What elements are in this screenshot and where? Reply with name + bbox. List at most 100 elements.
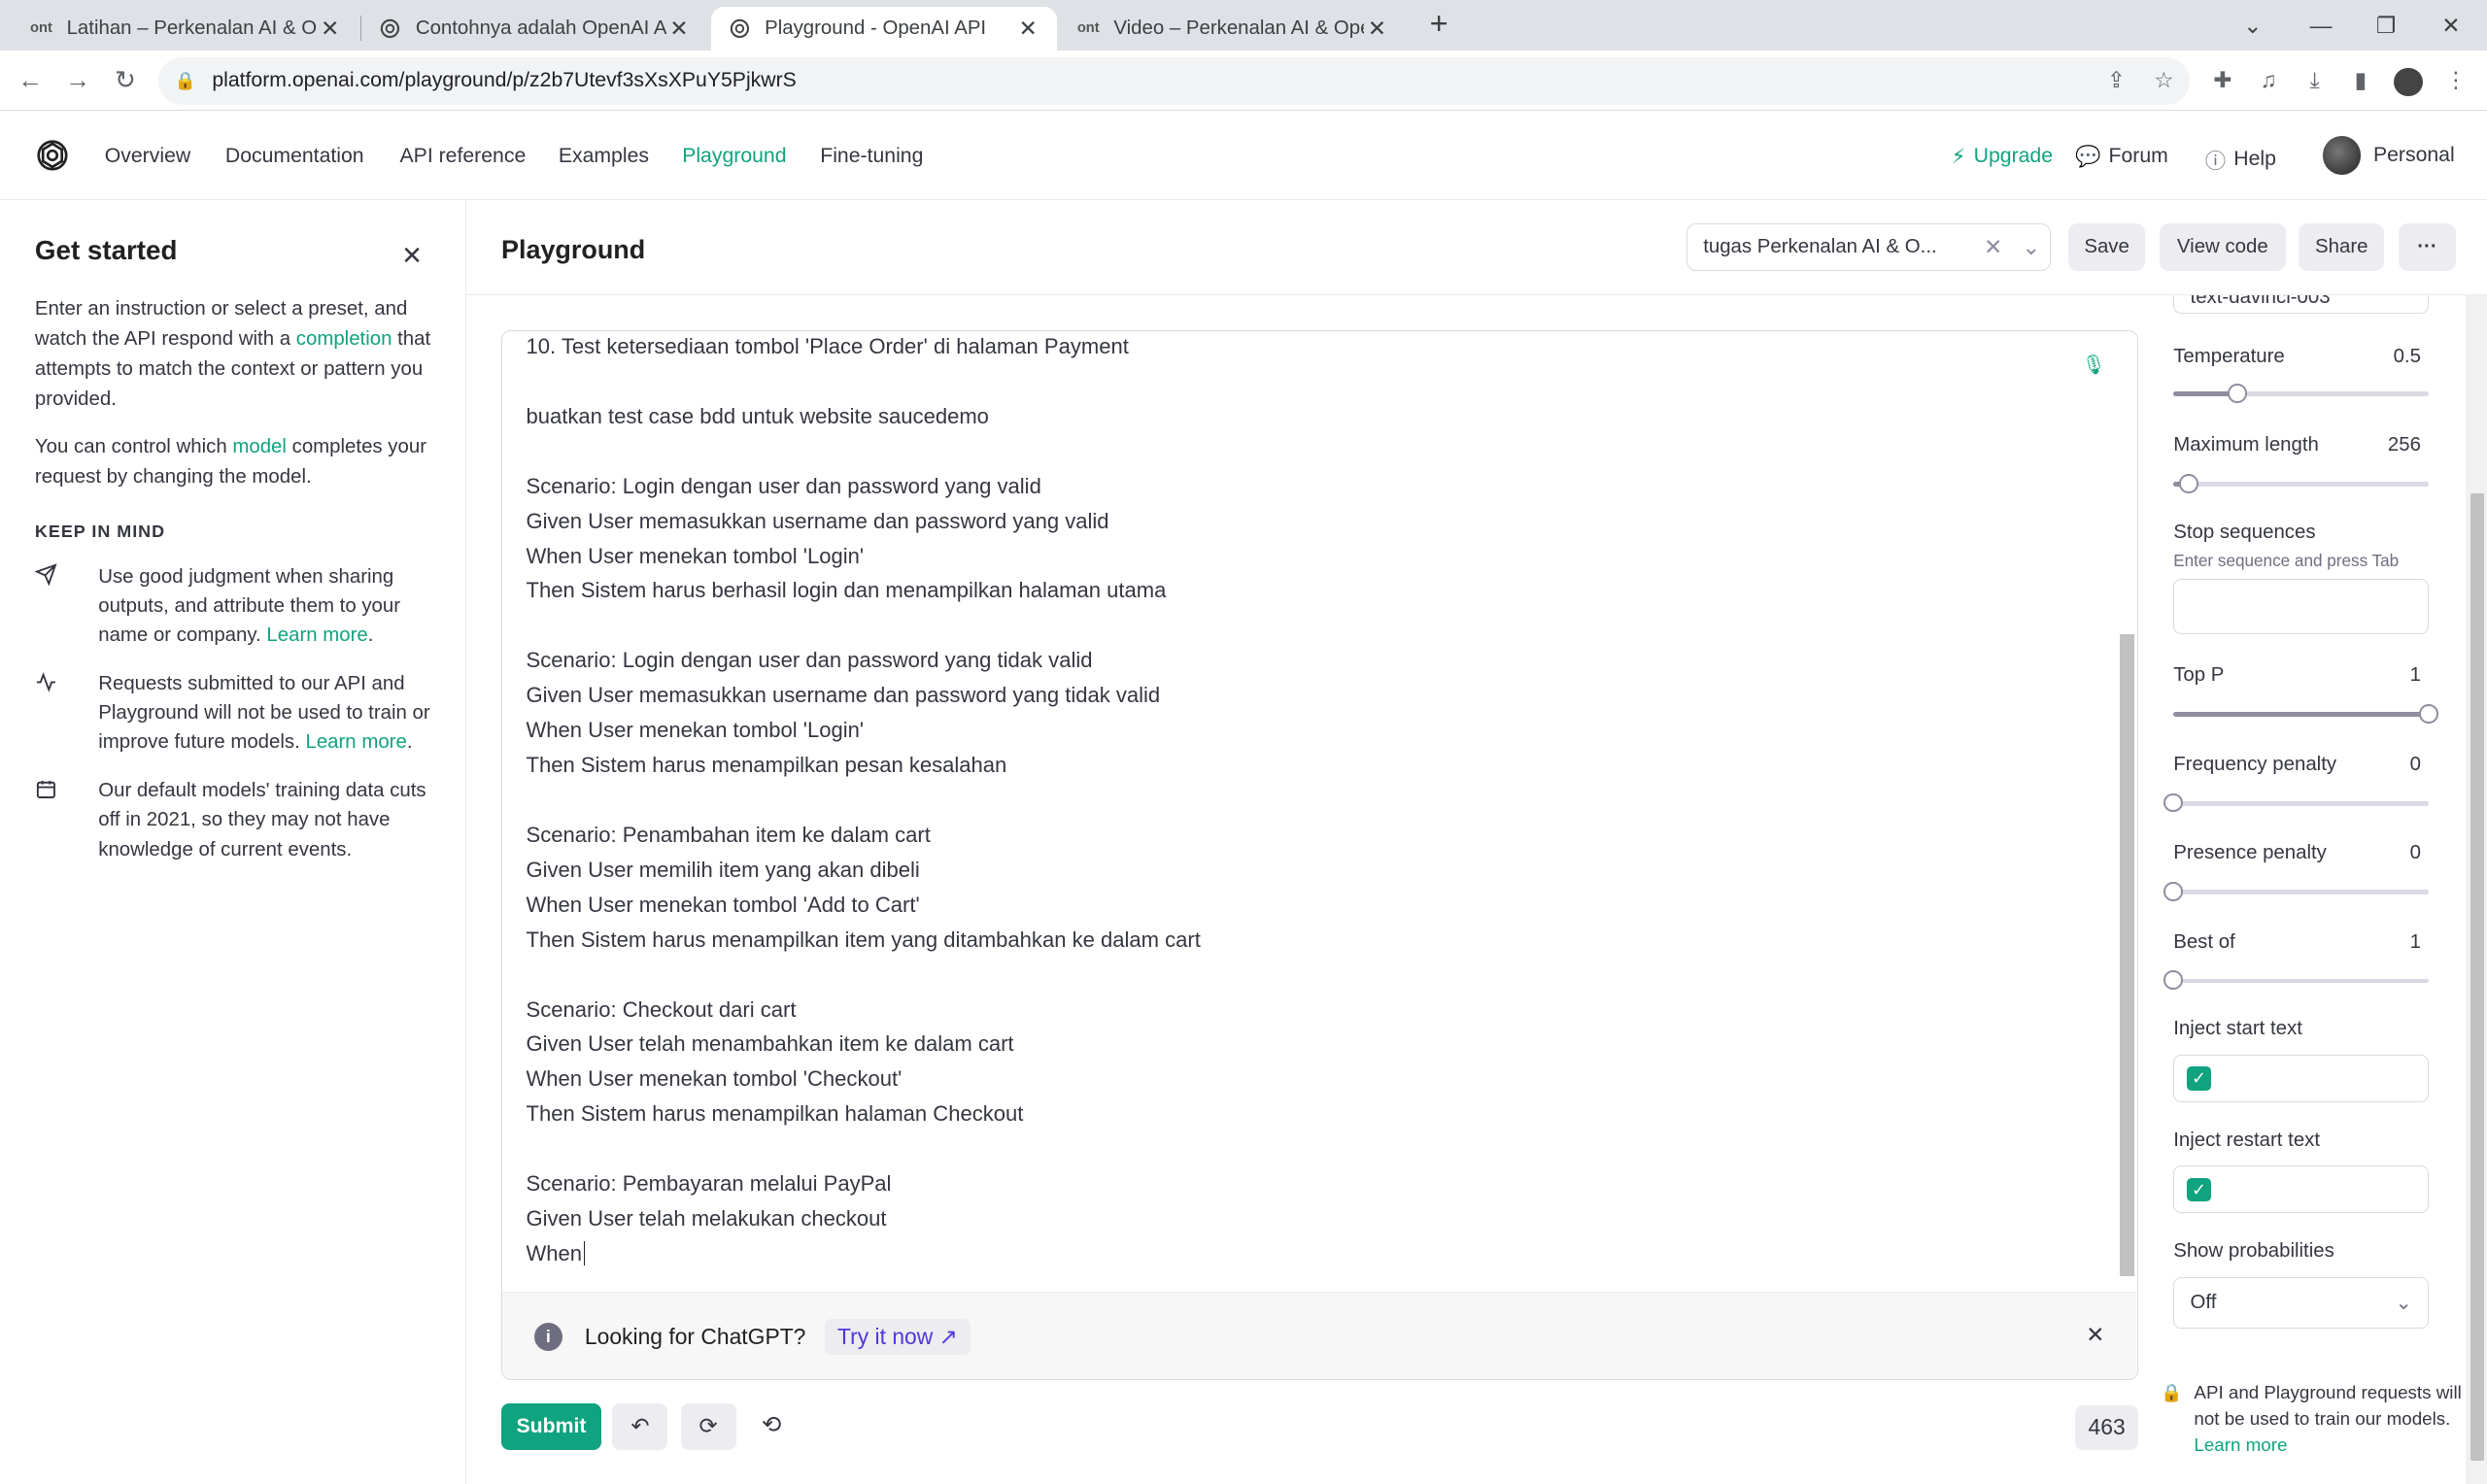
close-window-icon[interactable]: ✕ bbox=[2419, 0, 2482, 51]
editor-line[interactable]: Scenario: Penambahan item ke dalam cart bbox=[527, 818, 2097, 853]
editor-line[interactable]: When User menekan tombol 'Add to Cart' bbox=[527, 888, 2097, 923]
nav-fine-tuning[interactable]: Fine-tuning bbox=[820, 145, 923, 168]
upgrade-link[interactable]: ⚡ Upgrade bbox=[1952, 145, 2053, 169]
editor-line[interactable]: Then Sistem harus menampilkan halaman Ch… bbox=[527, 1096, 2097, 1131]
editor-line[interactable]: Given User memasukkan username dan passw… bbox=[527, 678, 2097, 713]
completion-link[interactable]: completion bbox=[296, 328, 392, 350]
editor-line[interactable]: When​ bbox=[527, 1236, 2097, 1271]
microphone-icon[interactable]: 🎙 bbox=[2082, 354, 2106, 377]
editor-line[interactable]: Given User telah menambahkan item ke dal… bbox=[527, 1027, 2097, 1062]
learn-more-link[interactable]: Learn more bbox=[266, 624, 367, 646]
chevron-down-icon[interactable]: ⌄ bbox=[2012, 234, 2050, 260]
editor-line[interactable] bbox=[527, 783, 2097, 818]
account-menu[interactable]: Personal bbox=[2322, 136, 2455, 175]
editor-line[interactable]: Then Sistem harus menampilkan item yang … bbox=[527, 923, 2097, 958]
editor-line[interactable]: Scenario: Login dengan user dan password… bbox=[527, 643, 2097, 678]
editor-line[interactable] bbox=[527, 1131, 2097, 1166]
model-link[interactable]: model bbox=[232, 436, 287, 457]
settings-scrollbar[interactable] bbox=[2465, 294, 2487, 1484]
temperature-value[interactable]: 0.5 bbox=[2394, 346, 2421, 368]
clear-icon[interactable]: ✕ bbox=[1974, 234, 2012, 260]
reload-icon[interactable]: ↻ bbox=[108, 63, 143, 98]
inject-start-input[interactable]: ✓ bbox=[2173, 1054, 2430, 1102]
top-p-slider[interactable] bbox=[2173, 704, 2438, 724]
editor-line[interactable] bbox=[527, 958, 2097, 993]
editor-line[interactable]: Scenario: Pembayaran melalui PayPal bbox=[527, 1166, 2097, 1201]
browser-tab-playground[interactable]: Playground - OpenAI API ✕ bbox=[710, 6, 1057, 51]
share-button[interactable]: Share bbox=[2299, 223, 2385, 272]
back-icon[interactable]: ← bbox=[13, 63, 48, 98]
editor-scrollbar[interactable] bbox=[2119, 340, 2134, 1292]
lock-icon[interactable]: 🔒 bbox=[175, 71, 196, 91]
extensions-icon[interactable]: ✚ bbox=[2205, 63, 2240, 98]
try-it-now-link[interactable]: Try it now ↗ bbox=[824, 1319, 971, 1355]
close-tab-icon[interactable]: ✕ bbox=[1364, 16, 1389, 42]
max-length-value[interactable]: 256 bbox=[2388, 434, 2421, 456]
prompt-editor[interactable]: 10. Test ketersediaan tombol 'Place Orde… bbox=[501, 329, 2139, 1380]
undo-icon[interactable]: ↶ bbox=[612, 1403, 668, 1450]
editor-line[interactable] bbox=[527, 434, 2097, 469]
tab-search-icon[interactable]: ⌄ bbox=[2221, 0, 2284, 51]
frequency-penalty-value[interactable]: 0 bbox=[2410, 754, 2421, 776]
view-code-button[interactable]: View code bbox=[2159, 223, 2287, 272]
inject-start-checkbox[interactable]: ✓ bbox=[2187, 1066, 2211, 1091]
nav-overview[interactable]: Overview bbox=[105, 145, 190, 168]
show-probabilities-select[interactable]: Off ⌄ bbox=[2173, 1276, 2430, 1330]
best-of-slider[interactable] bbox=[2163, 970, 2430, 990]
nav-api-reference[interactable]: API reference bbox=[400, 145, 527, 168]
frequency-penalty-slider[interactable] bbox=[2163, 793, 2430, 813]
url-bar[interactable]: 🔒 platform.openai.com/playground/p/z2b7U… bbox=[158, 56, 2190, 105]
prompt-text[interactable]: 10. Test ketersediaan tombol 'Place Orde… bbox=[527, 331, 2097, 1271]
learn-more-link[interactable]: Learn more bbox=[305, 731, 406, 753]
close-tab-icon[interactable]: ✕ bbox=[666, 16, 692, 42]
editor-line[interactable]: Given User telah melakukan checkout bbox=[527, 1201, 2097, 1236]
editor-line[interactable]: When User menekan tombol 'Login' bbox=[527, 539, 2097, 574]
editor-line[interactable]: Then Sistem harus berhasil login dan men… bbox=[527, 573, 2097, 608]
close-panel-icon[interactable]: ✕ bbox=[401, 241, 423, 271]
editor-line[interactable]: When User menekan tombol 'Checkout' bbox=[527, 1062, 2097, 1096]
new-tab-button[interactable]: + bbox=[1421, 7, 1456, 43]
profile-avatar[interactable] bbox=[2391, 63, 2426, 98]
preset-select[interactable]: tugas Perkenalan AI & O... ✕ ⌄ bbox=[1686, 223, 2052, 272]
browser-tab-contohnya[interactable]: Contohnya adalah OpenAI API ✕ bbox=[361, 7, 707, 51]
editor-line[interactable] bbox=[527, 608, 2097, 643]
editor-line[interactable] bbox=[527, 364, 2097, 399]
restore-icon[interactable]: ❐ bbox=[2354, 0, 2417, 51]
editor-line[interactable]: Given User memasukkan username dan passw… bbox=[527, 504, 2097, 539]
forward-icon[interactable]: → bbox=[60, 63, 95, 98]
help-link[interactable]: ⓘ Help bbox=[2205, 145, 2276, 175]
close-tab-icon[interactable]: ✕ bbox=[318, 16, 343, 42]
editor-line[interactable]: Given User memilih item yang akan dibeli bbox=[527, 853, 2097, 888]
forum-link[interactable]: 💬 Forum bbox=[2075, 145, 2168, 169]
save-button[interactable]: Save bbox=[2068, 223, 2145, 272]
submit-button[interactable]: Submit bbox=[501, 1403, 601, 1450]
download-icon[interactable]: ⤓ bbox=[2298, 63, 2333, 98]
side-panel-icon[interactable]: ▮ bbox=[2343, 63, 2378, 98]
browser-tab-latihan[interactable]: ont Latihan – Perkenalan AI & OpenAI ✕ bbox=[13, 7, 358, 51]
minimize-icon[interactable]: — bbox=[2289, 0, 2352, 51]
learn-more-link[interactable]: Learn more bbox=[2194, 1434, 2287, 1455]
stop-sequences-input[interactable] bbox=[2173, 579, 2430, 635]
editor-line[interactable]: Scenario: Login dengan user dan password… bbox=[527, 469, 2097, 504]
bookmark-star-icon[interactable]: ☆ bbox=[2146, 63, 2181, 98]
nav-playground[interactable]: Playground bbox=[682, 145, 786, 168]
model-select[interactable]: text-davinci-003 bbox=[2173, 294, 2430, 315]
nav-documentation[interactable]: Documentation bbox=[225, 145, 364, 168]
inject-restart-checkbox[interactable]: ✓ bbox=[2187, 1177, 2211, 1202]
browser-menu-icon[interactable]: ⋮ bbox=[2438, 63, 2473, 98]
more-options-button[interactable]: ··· bbox=[2399, 223, 2456, 272]
temperature-slider[interactable] bbox=[2173, 384, 2430, 403]
editor-line[interactable]: 10. Test ketersediaan tombol 'Place Orde… bbox=[527, 331, 2097, 364]
top-p-value[interactable]: 1 bbox=[2410, 664, 2421, 687]
close-tab-icon[interactable]: ✕ bbox=[1015, 16, 1040, 42]
best-of-value[interactable]: 1 bbox=[2410, 931, 2421, 954]
inject-restart-input[interactable]: ✓ bbox=[2173, 1165, 2430, 1214]
share-page-icon[interactable]: ⇪ bbox=[2098, 63, 2133, 98]
history-icon[interactable]: ⟲ bbox=[762, 1410, 782, 1439]
openai-logo-icon[interactable] bbox=[35, 138, 70, 173]
regenerate-icon[interactable]: ⟳ bbox=[680, 1403, 736, 1450]
browser-tab-video[interactable]: ont Video – Perkenalan AI & OpenAI ✕ bbox=[1060, 7, 1406, 51]
editor-line[interactable]: buatkan test case bdd untuk website sauc… bbox=[527, 399, 2097, 434]
media-icon[interactable]: ♫ bbox=[2251, 63, 2286, 98]
editor-line[interactable]: Then Sistem harus menampilkan pesan kesa… bbox=[527, 748, 2097, 783]
